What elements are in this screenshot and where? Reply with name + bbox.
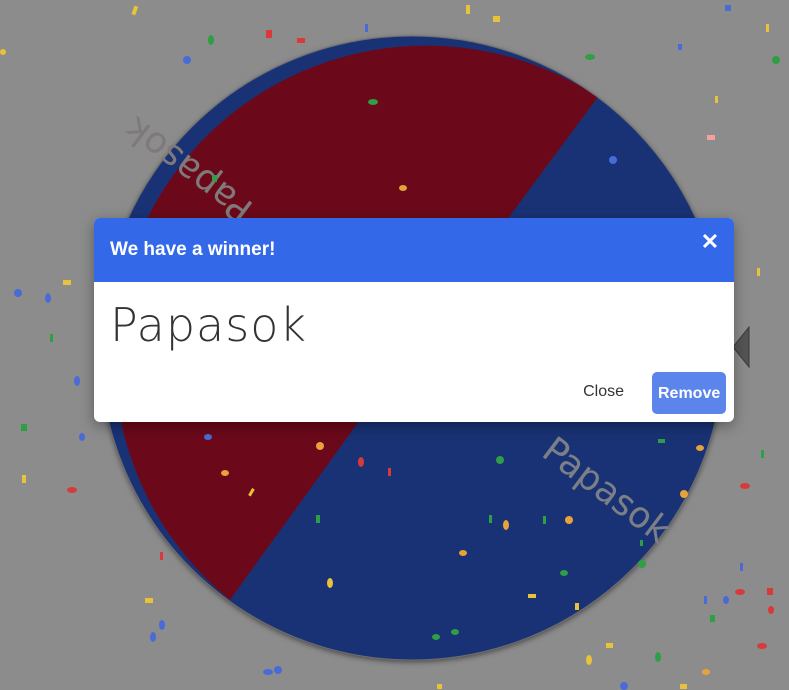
winner-name: Papasok bbox=[110, 298, 307, 352]
close-icon[interactable]: ✕ bbox=[698, 230, 722, 254]
close-button[interactable]: Close bbox=[573, 372, 634, 412]
spinner-stage: Papasok Papasok We have a winner! ✕ Papa… bbox=[0, 0, 789, 690]
winner-dialog: We have a winner! ✕ Papasok Close Remove bbox=[94, 218, 734, 422]
dialog-title: We have a winner! bbox=[110, 239, 276, 260]
dialog-header: We have a winner! ✕ bbox=[94, 218, 734, 282]
remove-button[interactable]: Remove bbox=[652, 372, 726, 414]
